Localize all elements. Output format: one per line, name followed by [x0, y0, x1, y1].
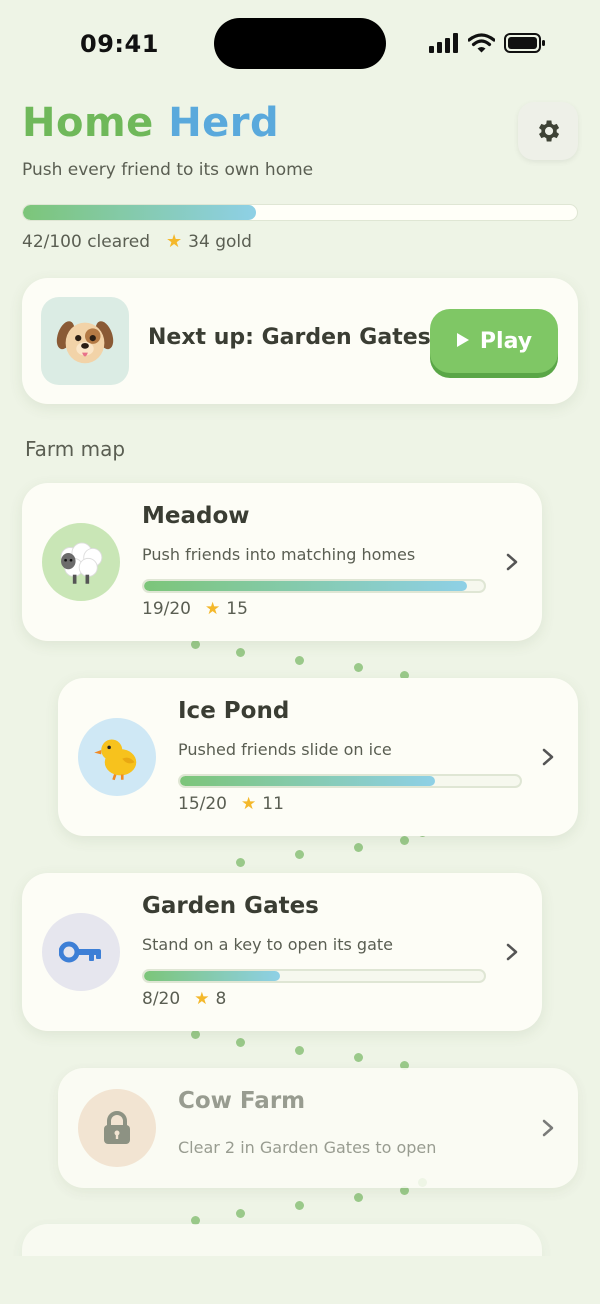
trail-dot [295, 850, 304, 859]
play-button[interactable]: Play [430, 309, 558, 373]
bottom-fade [0, 1256, 600, 1304]
world-count: 15/20 [178, 794, 227, 814]
settings-button[interactable] [518, 102, 578, 160]
star-icon: ★ [241, 794, 257, 814]
world-description: Push friends into matching homes [142, 545, 416, 564]
world-progress-bar [178, 774, 522, 788]
system-icons [429, 33, 546, 53]
world-progress-bar [142, 969, 486, 983]
world-description: Pushed friends slide on ice [178, 740, 392, 759]
trail-dot [236, 858, 245, 867]
world-stats: 8/20 ★ 8 [142, 989, 226, 1009]
trail-dot [236, 648, 245, 657]
section-title: Farm map [25, 437, 126, 461]
world-card-cow-farm[interactable]: Cow Farm Clear 2 in Garden Gates to open [58, 1068, 578, 1188]
play-label: Play [479, 328, 533, 354]
chevron-right-icon [506, 553, 518, 571]
gold-count: 34 gold [188, 231, 252, 252]
world-name: Meadow [142, 503, 250, 529]
trail-dot [354, 663, 363, 672]
trail-dot [236, 1209, 245, 1218]
trail-dot [191, 1030, 200, 1039]
world-icon-bg [42, 913, 120, 991]
world-progress-bar [142, 579, 486, 593]
next-level-label: Next up: Garden Gates 9 [148, 325, 454, 350]
star-icon: ★ [166, 231, 183, 252]
star-icon: ★ [205, 599, 221, 619]
world-count: 8/20 [142, 989, 181, 1009]
title-word-home: Home [22, 100, 154, 146]
battery-icon [504, 33, 545, 53]
subtitle: Push every friend to its own home [22, 160, 314, 180]
chevron-right-icon [542, 748, 554, 766]
overall-progress-fill [23, 205, 256, 220]
world-description: Stand on a key to open its gate [142, 935, 393, 954]
world-icon-bg [78, 718, 156, 796]
world-stars: 15 [226, 599, 248, 619]
world-name: Garden Gates [142, 893, 319, 919]
overall-progress-bar [22, 204, 578, 221]
world-count: 19/20 [142, 599, 191, 619]
world-stats: 15/20 ★ 11 [178, 794, 284, 814]
status-bar: 09:41 [0, 0, 600, 90]
chevron-right-icon [506, 943, 518, 961]
key-icon [59, 941, 101, 963]
trail-dot [295, 1046, 304, 1055]
trail-dot [354, 843, 363, 852]
world-progress-fill [144, 581, 467, 591]
world-progress-fill [180, 776, 435, 786]
trail-dot [236, 1038, 245, 1047]
chevron-right-icon [542, 1119, 554, 1137]
gear-icon [539, 120, 560, 142]
lock-icon [104, 1111, 130, 1144]
world-card-meadow[interactable]: Meadow Push friends into matching homes … [22, 483, 542, 641]
next-level-card[interactable]: Next up: Garden Gates 9 Play [22, 278, 578, 404]
app-title: Home Herd [22, 100, 279, 146]
progress-summary: 42/100 cleared ★ 34 gold [22, 231, 252, 252]
world-card-ice-pond[interactable]: Ice Pond Pushed friends slide on ice 15/… [58, 678, 578, 836]
next-level-avatar [41, 297, 129, 385]
world-progress-fill [144, 971, 280, 981]
trail-dot [295, 656, 304, 665]
play-icon [456, 329, 470, 354]
world-stars: 11 [262, 794, 284, 814]
world-stats: 19/20 ★ 15 [142, 599, 248, 619]
world-icon-bg [78, 1089, 156, 1167]
world-lock-hint: Clear 2 in Garden Gates to open [178, 1138, 437, 1157]
dynamic-island [214, 18, 386, 69]
trail-dot [354, 1193, 363, 1202]
star-icon: ★ [194, 989, 210, 1009]
trail-dot [400, 836, 409, 845]
world-stars: 8 [215, 989, 227, 1009]
dog-face-icon [56, 321, 114, 364]
trail-dot [191, 640, 200, 649]
title-word-herd: Herd [168, 100, 280, 146]
cleared-count: 42/100 cleared [22, 231, 151, 252]
trail-dot [354, 1053, 363, 1062]
world-icon-bg [42, 523, 120, 601]
trail-dot [295, 1201, 304, 1210]
sheep-icon [60, 542, 103, 584]
world-card-garden-gates[interactable]: Garden Gates Stand on a key to open its … [22, 873, 542, 1031]
world-name: Ice Pond [178, 698, 290, 724]
wifi-icon [468, 33, 495, 53]
world-name: Cow Farm [178, 1088, 306, 1114]
chick-icon [94, 739, 137, 781]
status-time: 09:41 [80, 30, 159, 58]
signal-icon [429, 33, 458, 53]
